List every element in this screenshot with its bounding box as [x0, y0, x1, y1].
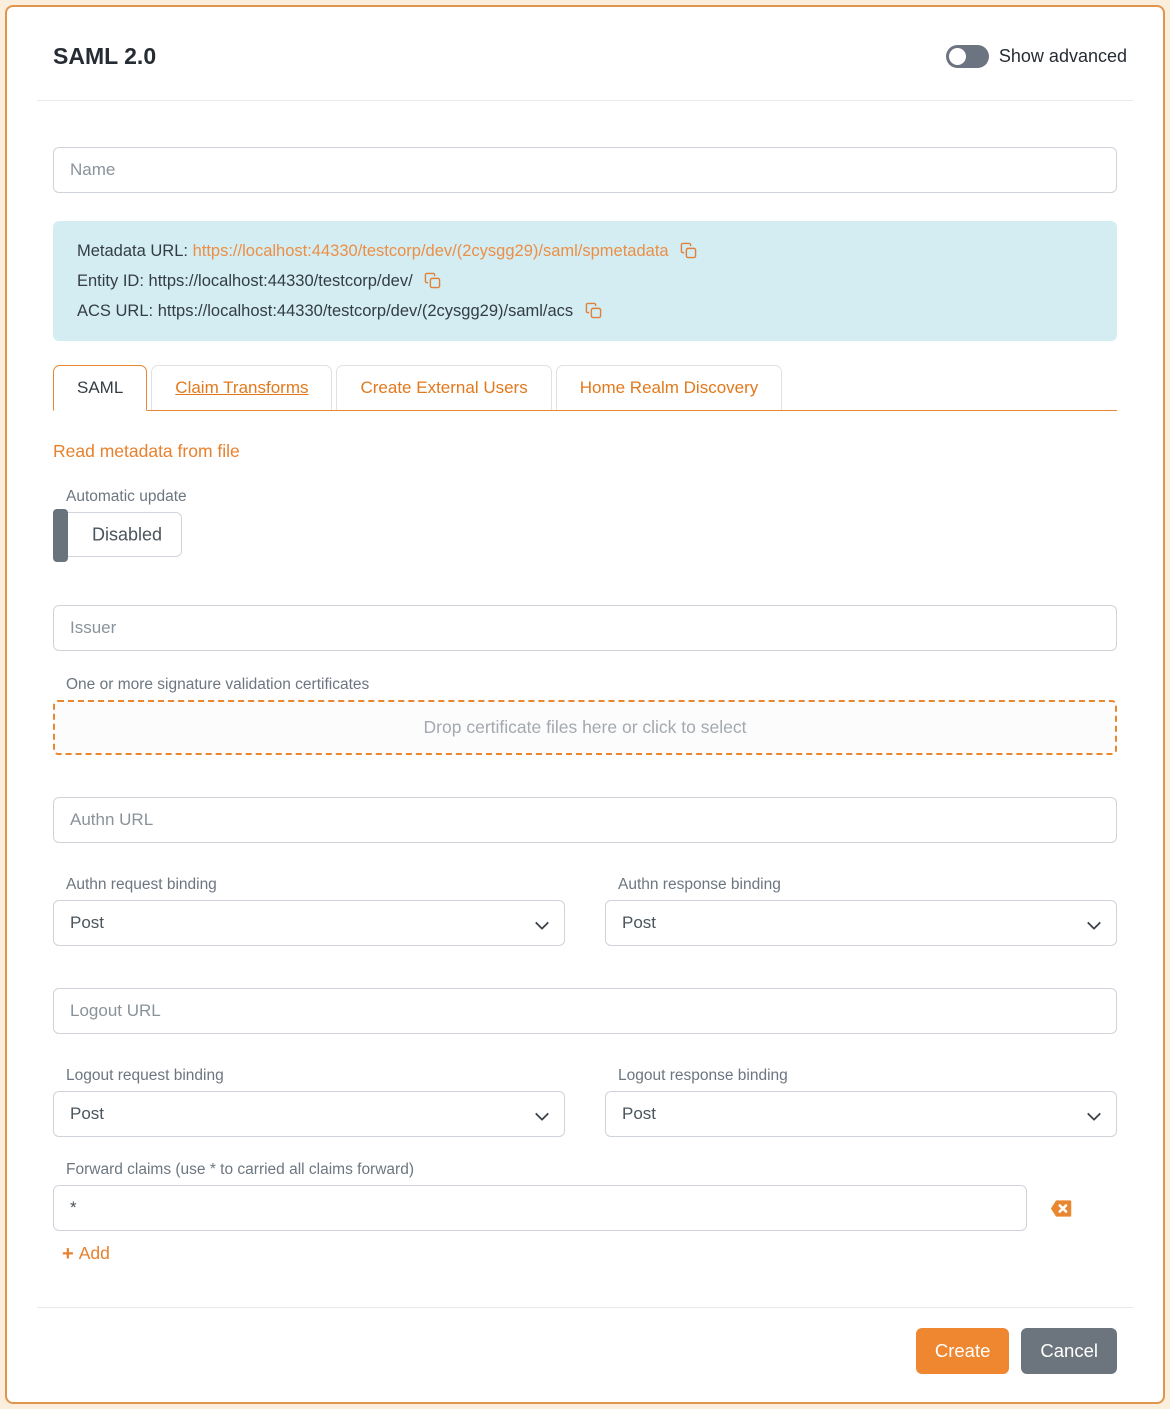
- backspace-remove-icon[interactable]: [1049, 1197, 1072, 1220]
- logout-request-binding-select[interactable]: Post: [53, 1091, 565, 1137]
- add-claim-label: Add: [79, 1243, 110, 1264]
- forward-claims-label: Forward claims (use * to carried all cla…: [66, 1161, 1117, 1179]
- authn-request-binding-select[interactable]: Post: [53, 900, 565, 946]
- logout-url-input[interactable]: [53, 988, 1117, 1034]
- cancel-button[interactable]: Cancel: [1021, 1328, 1117, 1374]
- copy-icon[interactable]: [424, 272, 441, 289]
- acs-url-value: https://localhost:44330/testcorp/dev/(2c…: [158, 302, 573, 320]
- tab-bar: SAML Claim Transforms Create External Us…: [53, 365, 1117, 411]
- toggle-switch-icon[interactable]: [946, 45, 989, 68]
- entity-id-value: https://localhost:44330/testcorp/dev/: [149, 272, 413, 290]
- selected-value: Post: [70, 1104, 104, 1124]
- certificates-label: One or more signature validation certifi…: [66, 676, 1117, 694]
- automatic-update-state: Disabled: [92, 524, 162, 545]
- dropzone-text: Drop certificate files here or click to …: [424, 717, 747, 738]
- authn-binding-row: Authn request binding Post Authn respons…: [53, 876, 1117, 946]
- authn-response-binding-select[interactable]: Post: [605, 900, 1117, 946]
- acs-url-label: ACS URL:: [77, 302, 153, 320]
- chevron-down-icon: [535, 1107, 549, 1121]
- automatic-update-toggle[interactable]: Disabled: [53, 512, 182, 557]
- selected-value: Post: [622, 913, 656, 933]
- selected-value: Post: [622, 1104, 656, 1124]
- authn-request-binding-label: Authn request binding: [66, 876, 565, 894]
- forward-claims-input[interactable]: [53, 1185, 1027, 1231]
- saml-config-card: SAML 2.0 Show advanced Metadata URL: htt…: [5, 5, 1165, 1404]
- read-metadata-link[interactable]: Read metadata from file: [53, 441, 240, 462]
- certificate-dropzone[interactable]: Drop certificate files here or click to …: [53, 700, 1117, 755]
- show-advanced-label: Show advanced: [999, 46, 1127, 67]
- logout-response-binding-field: Logout response binding Post: [605, 1067, 1117, 1137]
- forward-claims-row: [53, 1185, 1117, 1231]
- plus-icon: +: [62, 1244, 74, 1264]
- metadata-url-label: Metadata URL:: [77, 242, 188, 260]
- show-advanced-toggle[interactable]: Show advanced: [946, 45, 1127, 68]
- logout-response-binding-label: Logout response binding: [618, 1067, 1117, 1085]
- chevron-down-icon: [535, 916, 549, 930]
- entity-id-line: Entity ID: https://localhost:44330/testc…: [77, 266, 1093, 296]
- add-claim-button[interactable]: + Add: [62, 1243, 110, 1264]
- name-input[interactable]: [53, 147, 1117, 193]
- card-header: SAML 2.0 Show advanced: [37, 7, 1133, 101]
- authn-response-binding-field: Authn response binding Post: [605, 876, 1117, 946]
- toggle-knob: [949, 48, 966, 65]
- logout-request-binding-field: Logout request binding Post: [53, 1067, 565, 1137]
- saml-form: Metadata URL: https://localhost:44330/te…: [37, 147, 1133, 1265]
- create-button[interactable]: Create: [916, 1328, 1010, 1374]
- metadata-info-box: Metadata URL: https://localhost:44330/te…: [53, 221, 1117, 341]
- issuer-input[interactable]: [53, 605, 1117, 651]
- authn-url-input[interactable]: [53, 797, 1117, 843]
- tab-saml[interactable]: SAML: [53, 365, 147, 411]
- logout-response-binding-select[interactable]: Post: [605, 1091, 1117, 1137]
- tab-claim-transforms[interactable]: Claim Transforms: [151, 365, 332, 410]
- metadata-url-line: Metadata URL: https://localhost:44330/te…: [77, 236, 1093, 266]
- card-footer: Create Cancel: [37, 1307, 1133, 1402]
- authn-response-binding-label: Authn response binding: [618, 876, 1117, 894]
- authn-request-binding-field: Authn request binding Post: [53, 876, 565, 946]
- metadata-url-link[interactable]: https://localhost:44330/testcorp/dev/(2c…: [193, 242, 669, 260]
- entity-id-label: Entity ID:: [77, 272, 144, 290]
- chevron-down-icon: [1087, 916, 1101, 930]
- logout-binding-row: Logout request binding Post Logout respo…: [53, 1067, 1117, 1137]
- page-title: SAML 2.0: [53, 43, 156, 70]
- selected-value: Post: [70, 913, 104, 933]
- tab-home-realm-discovery[interactable]: Home Realm Discovery: [556, 365, 783, 410]
- toggle-handle-icon: [53, 509, 68, 562]
- automatic-update-label: Automatic update: [66, 488, 1117, 506]
- logout-request-binding-label: Logout request binding: [66, 1067, 565, 1085]
- acs-url-line: ACS URL: https://localhost:44330/testcor…: [77, 296, 1093, 326]
- copy-icon[interactable]: [680, 242, 697, 259]
- tab-create-external-users[interactable]: Create External Users: [336, 365, 551, 410]
- copy-icon[interactable]: [585, 302, 602, 319]
- chevron-down-icon: [1087, 1107, 1101, 1121]
